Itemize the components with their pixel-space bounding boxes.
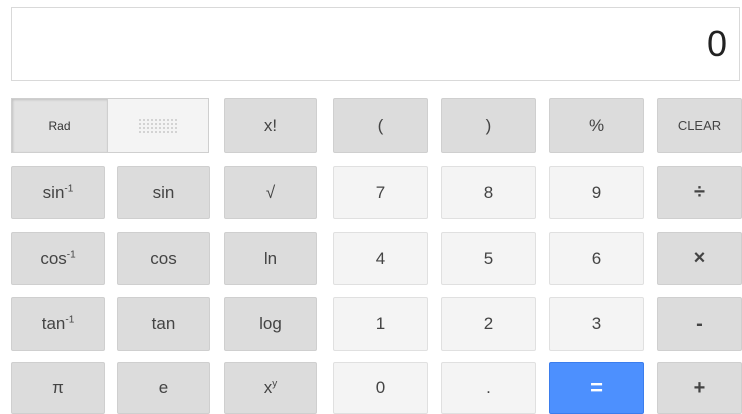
minus-button[interactable]: - <box>657 297 742 351</box>
multiply-button[interactable]: × <box>657 232 742 285</box>
open-paren-label: ( <box>377 115 384 135</box>
deg-mode-button[interactable] <box>108 99 208 152</box>
tan-button[interactable]: tan <box>117 297 210 351</box>
digit-8-button[interactable]: 8 <box>441 166 536 219</box>
atan-label: tan-1 <box>41 314 75 333</box>
cos-button[interactable]: cos <box>117 232 210 285</box>
equals-button[interactable]: = <box>549 362 644 414</box>
atan-button[interactable]: tan-1 <box>11 297 105 351</box>
digit-6-label: 6 <box>591 248 602 268</box>
digit-9-button[interactable]: 9 <box>549 166 644 219</box>
digit-1-button[interactable]: 1 <box>333 297 428 351</box>
equals-label: = <box>590 375 603 400</box>
decimal-button[interactable]: . <box>441 362 536 414</box>
log-button[interactable]: log <box>224 297 317 351</box>
asin-button[interactable]: sin-1 <box>11 166 105 219</box>
power-label: xy <box>263 378 278 397</box>
digit-5-button[interactable]: 5 <box>441 232 536 285</box>
digit-0-button[interactable]: 0 <box>333 362 428 414</box>
digit-2-label: 2 <box>483 314 494 333</box>
digit-8-label: 8 <box>483 182 494 202</box>
clear-label: CLEAR <box>677 118 722 133</box>
calculator-display: 0 <box>11 7 740 81</box>
rad-mode-button[interactable]: Rad <box>12 99 108 152</box>
e-label: e <box>158 378 169 397</box>
asin-label: sin-1 <box>42 182 74 202</box>
digit-2-button[interactable]: 2 <box>441 297 536 351</box>
pi-label: π <box>52 378 64 397</box>
power-button[interactable]: xy <box>224 362 317 414</box>
multiply-label: × <box>693 247 706 269</box>
percent-label: % <box>588 115 605 135</box>
close-paren-button[interactable]: ) <box>441 98 536 153</box>
factorial-button[interactable]: x! <box>224 98 317 153</box>
digit-6-button[interactable]: 6 <box>549 232 644 285</box>
ln-button[interactable]: ln <box>224 232 317 285</box>
digit-3-label: 3 <box>591 314 602 333</box>
clear-button[interactable]: CLEAR <box>657 98 742 153</box>
divide-label: ÷ <box>694 181 705 203</box>
sqrt-button[interactable]: √ <box>224 166 317 219</box>
rad-label: Rad <box>48 118 71 133</box>
factorial-label: x! <box>263 115 278 135</box>
digit-4-button[interactable]: 4 <box>333 232 428 285</box>
decimal-label: . <box>486 378 491 397</box>
digit-4-label: 4 <box>375 248 386 268</box>
plus-button[interactable]: + <box>657 362 742 414</box>
sin-button[interactable]: sin <box>117 166 210 219</box>
digit-3-button[interactable]: 3 <box>549 297 644 351</box>
digit-7-button[interactable]: 7 <box>333 166 428 219</box>
digit-9-label: 9 <box>591 182 602 202</box>
deg-dots-icon <box>138 117 178 134</box>
plus-label: + <box>693 376 706 399</box>
cos-label: cos <box>150 248 177 268</box>
display-value: 0 <box>706 23 727 64</box>
digit-1-label: 1 <box>375 314 386 333</box>
angle-mode-toggle[interactable]: Rad <box>11 98 209 153</box>
digit-7-label: 7 <box>375 182 386 202</box>
digit-5-label: 5 <box>483 248 494 268</box>
ln-label: ln <box>263 248 278 268</box>
digit-0-label: 0 <box>375 378 386 397</box>
close-paren-label: ) <box>485 115 492 135</box>
acos-label: cos-1 <box>40 248 76 268</box>
log-label: log <box>259 314 282 333</box>
percent-button[interactable]: % <box>549 98 644 153</box>
open-paren-button[interactable]: ( <box>333 98 428 153</box>
divide-button[interactable]: ÷ <box>657 166 742 219</box>
tan-label: tan <box>151 314 176 333</box>
sqrt-label: √ <box>265 182 276 202</box>
sin-label: sin <box>152 182 175 202</box>
e-button[interactable]: e <box>117 362 210 414</box>
pi-button[interactable]: π <box>11 362 105 414</box>
minus-label: - <box>696 312 703 335</box>
acos-button[interactable]: cos-1 <box>11 232 105 285</box>
